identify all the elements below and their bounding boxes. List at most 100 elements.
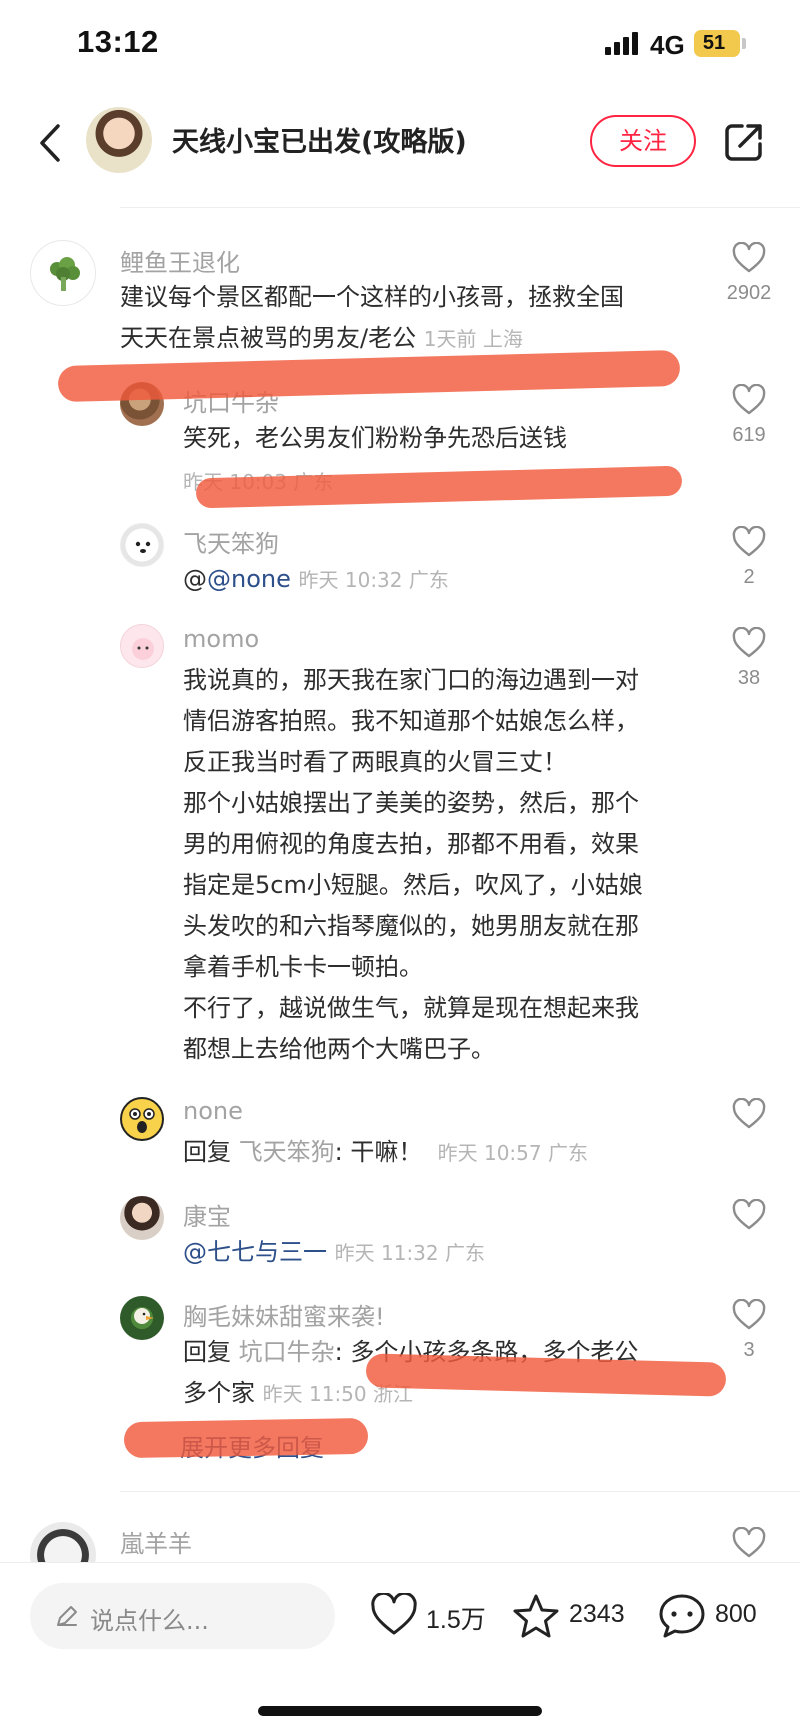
comment-line: 情侣游客拍照。我不知道那个姑娘怎么样， xyxy=(183,707,639,735)
comment-line: 那个小姑娘摆出了美美的姿势，然后，那个 xyxy=(183,789,639,817)
input-placeholder: 说点什么... xyxy=(90,1607,209,1635)
avatar[interactable] xyxy=(120,523,164,567)
heart-icon xyxy=(732,384,766,415)
comment-input[interactable]: 说点什么... xyxy=(30,1583,335,1649)
avatar[interactable] xyxy=(120,1296,164,1340)
chevron-left-icon xyxy=(40,124,60,162)
battery-nub xyxy=(742,38,746,49)
like-button[interactable] xyxy=(714,1098,784,1130)
like-count: 2902 xyxy=(726,282,772,304)
mention-link[interactable]: @none xyxy=(207,565,291,593)
author-avatar[interactable] xyxy=(86,107,152,173)
avatar[interactable] xyxy=(120,1196,164,1240)
comment-meta: 昨天 10:57 广东 xyxy=(437,1141,588,1165)
chat-bubble-icon xyxy=(659,1594,705,1638)
comment-line-text: 天天在景点被骂的男友/老公 xyxy=(120,324,417,352)
duck-icon xyxy=(134,1308,154,1324)
battery-level: 51 xyxy=(702,32,726,54)
like-button[interactable]: 2 xyxy=(714,526,784,589)
reply-word: 回复 xyxy=(183,1338,231,1366)
comment-text[interactable]: 笑死，老公男友们粉粉争先恐后送钱 xyxy=(183,418,567,459)
comment-meta: 昨天 11:32 广东 xyxy=(334,1241,485,1265)
like-button[interactable]: 3 xyxy=(714,1299,784,1362)
comment-line: 我说真的，那天我在家门口的海边遇到一对 xyxy=(183,666,639,694)
bottom-action-bar: 说点什么... 1.5万 2343 800 xyxy=(0,1562,800,1731)
heart-icon xyxy=(732,1098,766,1129)
follow-button[interactable]: 关注 xyxy=(590,115,696,167)
comment-username[interactable]: 胸毛妹妹甜蜜来袭! xyxy=(183,1297,385,1332)
heart-icon xyxy=(732,242,766,273)
pen-icon xyxy=(57,1606,77,1626)
heart-icon xyxy=(732,1299,766,1330)
like-button[interactable] xyxy=(714,1199,784,1231)
back-button[interactable] xyxy=(30,118,70,168)
comment-total: 800 xyxy=(715,1600,757,1628)
avatar[interactable] xyxy=(120,1097,164,1141)
like-count: 2 xyxy=(743,566,755,588)
comment-line: 头发吹的和六指琴魔似的，她男朋友就在那 xyxy=(183,912,639,940)
comment-text[interactable]: 回复 飞天笨狗: 干嘛！ 昨天 10:57 广东 xyxy=(183,1132,588,1174)
broccoli-icon xyxy=(50,257,80,291)
comment-line: 不行了，越说做生气，就算是现在想起来我 xyxy=(183,994,639,1022)
comment-username[interactable]: none xyxy=(183,1097,243,1125)
status-time: 13:12 xyxy=(77,24,159,59)
comment-meta: 1天前 上海 xyxy=(423,327,523,351)
emoji-icon xyxy=(129,1108,155,1133)
reply-text-cont: 多个家 xyxy=(183,1379,255,1407)
signal-icon xyxy=(605,31,641,55)
comment-action[interactable]: 800 xyxy=(658,1589,768,1645)
comment-username[interactable]: 康宝 xyxy=(183,1197,231,1232)
battery-icon: 51 xyxy=(694,30,740,57)
reply-target[interactable]: 飞天笨狗 xyxy=(239,1138,335,1166)
comment-line: 建议每个景区都配一个这样的小孩哥，拯救全国 xyxy=(120,283,624,311)
divider xyxy=(120,207,800,208)
comment-meta: 昨天 10:32 广东 xyxy=(298,568,449,592)
comment-username[interactable]: 飞天笨狗 xyxy=(183,524,279,559)
like-count: 619 xyxy=(732,424,766,446)
heart-icon xyxy=(732,1199,766,1230)
comment-line: 都想上去给他两个大嘴巴子。 xyxy=(183,1035,495,1063)
comment-text[interactable]: 建议每个景区都配一个这样的小孩哥，拯救全国 天天在景点被骂的男友/老公 1天前 … xyxy=(120,277,624,360)
avatar[interactable] xyxy=(30,240,96,306)
heart-icon xyxy=(732,526,766,557)
network-label: 4G xyxy=(650,30,685,60)
comment-text[interactable]: 我说真的，那天我在家门口的海边遇到一对 情侣游客拍照。我不知道那个姑娘怎么样， … xyxy=(183,660,643,1070)
comment-username[interactable]: 嵐羊羊 xyxy=(120,1524,192,1559)
author-name[interactable]: 天线小宝已出发(攻略版) xyxy=(172,120,467,159)
reply-target[interactable]: 坑口牛杂 xyxy=(239,1338,335,1366)
reply-text: : 干嘛！ xyxy=(334,1138,423,1166)
comment-line: 拿着手机卡卡一顿拍。 xyxy=(183,953,423,981)
like-total: 1.5万 xyxy=(426,1606,486,1634)
like-button[interactable] xyxy=(714,1527,784,1559)
heart-icon xyxy=(732,1527,766,1558)
like-count: 38 xyxy=(737,667,761,689)
favorite-action[interactable]: 2343 xyxy=(512,1589,636,1645)
comment-line: 反正我当时看了两眼真的火冒三丈！ xyxy=(183,748,567,776)
avatar[interactable] xyxy=(120,624,164,668)
note-header: 天线小宝已出发(攻略版) 关注 xyxy=(0,100,800,200)
share-icon xyxy=(725,124,762,161)
dog-icon xyxy=(135,541,151,553)
cartoon-icon xyxy=(132,638,154,660)
status-bar: 13:12 4G 51 xyxy=(0,0,800,90)
comment-username[interactable]: momo xyxy=(183,625,259,653)
comment-text[interactable]: @七七与三一 昨天 11:32 广东 xyxy=(183,1232,485,1274)
marker-stroke xyxy=(123,1417,369,1459)
heart-icon xyxy=(732,627,766,658)
comment-text[interactable]: @@none 昨天 10:32 广东 xyxy=(183,559,449,601)
comment-prefix: @ xyxy=(183,565,207,593)
like-action[interactable]: 1.5万 xyxy=(370,1589,486,1645)
like-button[interactable]: 2902 xyxy=(714,242,784,305)
comment-username[interactable]: 鲤鱼王退化 xyxy=(120,243,240,278)
like-button[interactable]: 38 xyxy=(714,627,784,690)
divider xyxy=(120,1491,800,1492)
home-indicator xyxy=(258,1706,542,1716)
reply-word: 回复 xyxy=(183,1138,231,1166)
favorite-total: 2343 xyxy=(569,1600,625,1628)
mention-link[interactable]: @七七与三一 xyxy=(183,1238,327,1266)
comment-line: 指定是5cm小短腿。然后，吹风了，小姑娘 xyxy=(183,871,643,899)
like-button[interactable]: 619 xyxy=(714,384,784,447)
share-button[interactable] xyxy=(722,120,766,164)
star-icon xyxy=(513,1594,559,1638)
heart-icon xyxy=(371,1593,417,1635)
